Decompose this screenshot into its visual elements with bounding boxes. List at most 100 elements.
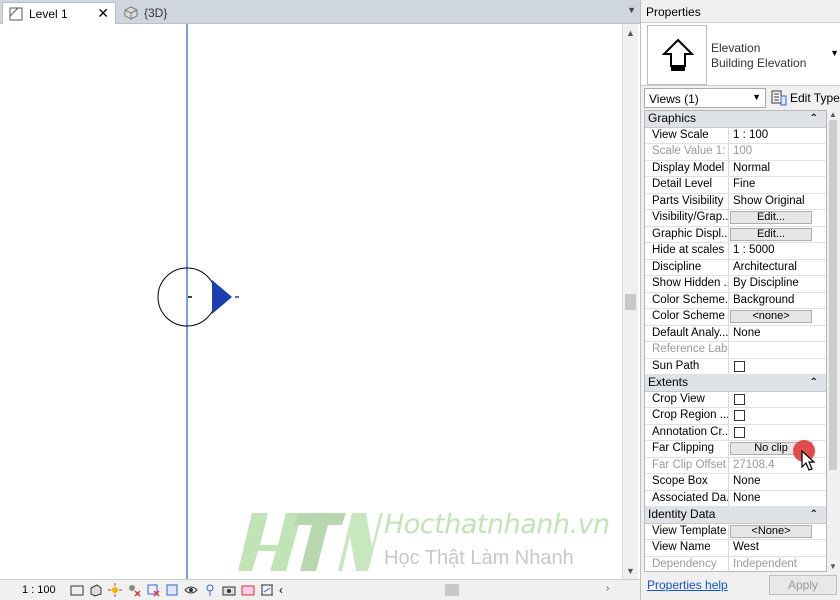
property-row[interactable]: View Template <None> (645, 523, 826, 540)
property-name: Detail Level (645, 177, 729, 193)
property-value[interactable]: Edit... (729, 210, 826, 226)
property-checkbox[interactable] (734, 410, 745, 421)
property-row[interactable]: Crop View (645, 391, 826, 408)
property-value[interactable]: West (729, 540, 826, 556)
chevron-down-icon[interactable]: ▼ (830, 48, 839, 58)
drawing-canvas[interactable] (0, 24, 622, 579)
property-value[interactable]: Background (729, 293, 826, 309)
property-row[interactable]: Parts Visibility Show Original (645, 193, 826, 210)
property-value[interactable]: Edit... (729, 227, 826, 243)
visual-style-icon[interactable] (89, 583, 103, 597)
floor-plan-icon (9, 7, 23, 20)
property-value-button[interactable]: <None> (730, 524, 812, 538)
scroll-up-icon[interactable]: ▲ (829, 110, 837, 119)
properties-panel: Properties Elevation Building Elevation … (640, 0, 840, 600)
property-value[interactable]: Show Original (729, 194, 826, 210)
property-value[interactable] (729, 359, 826, 375)
property-checkbox[interactable] (734, 360, 745, 372)
property-row[interactable]: Annotation Cr... (645, 424, 826, 441)
property-row[interactable]: Display Model Normal (645, 160, 826, 177)
collapse-icon[interactable]: ⌃ (810, 507, 818, 522)
property-row[interactable]: Color Scheme... Background (645, 292, 826, 309)
property-value-button[interactable]: Edit... (730, 227, 812, 241)
property-row[interactable]: Color Scheme <none> (645, 309, 826, 326)
property-value[interactable]: Architectural (729, 260, 826, 276)
property-row[interactable]: Default Analy... None (645, 325, 826, 342)
property-row[interactable]: Crop Region ... (645, 408, 826, 425)
analytical-model-icon[interactable] (241, 583, 255, 597)
apply-button[interactable]: Apply (769, 575, 837, 595)
property-value[interactable] (729, 392, 826, 408)
property-value[interactable] (729, 425, 826, 441)
scroll-thumb[interactable] (829, 120, 837, 470)
scroll-thumb[interactable] (445, 584, 459, 596)
scroll-right-icon[interactable]: › (606, 583, 609, 594)
edit-type-button[interactable]: Edit Type (771, 88, 840, 108)
property-row[interactable]: Show Hidden ... By Discipline (645, 276, 826, 293)
scroll-down-icon[interactable]: ▼ (626, 566, 635, 576)
property-row[interactable]: Scope Box None (645, 474, 826, 491)
property-row[interactable]: Detail Level Fine (645, 177, 826, 194)
property-value[interactable]: By Discipline (729, 276, 826, 292)
crop-view-icon[interactable] (146, 583, 160, 597)
property-value[interactable]: <none> (729, 309, 826, 325)
scroll-up-icon[interactable]: ▲ (626, 28, 635, 38)
canvas-vertical-scrollbar[interactable]: ▲ ▼ (622, 24, 638, 579)
collapse-icon[interactable]: ⌃ (810, 375, 818, 390)
instance-filter-select[interactable]: Views (1) ▼ (644, 88, 766, 108)
scroll-left-icon[interactable]: ‹ (279, 583, 293, 597)
property-row: Reference Label (645, 342, 826, 359)
edit-type-icon (771, 90, 787, 106)
property-value[interactable]: None (729, 474, 826, 490)
tab-list-dropdown-icon[interactable]: ▼ (627, 5, 636, 15)
section-extents[interactable]: Extents ⌃ (645, 375, 826, 392)
property-row[interactable]: Hide at scales ... 1 : 5000 (645, 243, 826, 260)
property-row[interactable]: View Scale 1 : 100 (645, 127, 826, 144)
property-value[interactable]: Fine (729, 177, 826, 193)
sun-path-icon[interactable] (108, 583, 122, 597)
shadows-icon[interactable] (127, 583, 141, 597)
canvas-horizontal-scrollbar[interactable]: › (300, 583, 622, 597)
worksharing-icon[interactable] (222, 583, 236, 597)
close-icon[interactable]: ✕ (97, 5, 109, 22)
property-name: Annotation Cr... (645, 424, 729, 440)
view-scale-control[interactable]: 1 : 100 (0, 584, 70, 596)
property-row[interactable]: Associated Da... None (645, 490, 826, 507)
tab-3d[interactable]: {3D} (118, 2, 208, 24)
property-value: Independent (733, 557, 797, 570)
type-selector[interactable]: Elevation Building Elevation ▼ (641, 22, 840, 86)
section-graphics[interactable]: Graphics ⌃ (645, 111, 826, 128)
property-row[interactable]: Visibility/Grap... Edit... (645, 210, 826, 227)
collapse-icon[interactable]: ⌃ (810, 111, 818, 126)
properties-help-link[interactable]: Properties help (647, 578, 728, 592)
scroll-down-icon[interactable]: ▼ (829, 562, 837, 571)
property-row[interactable]: View Name West (645, 540, 826, 557)
reveal-hidden-icon[interactable] (203, 583, 217, 597)
section-identity-data[interactable]: Identity Data ⌃ (645, 507, 826, 524)
property-value[interactable]: 1 : 100 (729, 128, 826, 144)
property-value[interactable]: None (729, 491, 826, 507)
elevation-arrow-icon[interactable] (212, 280, 232, 314)
property-value[interactable]: Normal (729, 161, 826, 177)
property-value[interactable]: None (729, 326, 826, 342)
temporary-hide-icon[interactable] (184, 583, 198, 597)
property-value-button[interactable]: Edit... (730, 211, 812, 224)
highlight-displacement-icon[interactable] (260, 583, 274, 597)
property-value[interactable]: 1 : 5000 (729, 243, 826, 259)
properties-scrollbar[interactable]: ▲ ▼ (827, 110, 839, 572)
property-row[interactable]: Graphic Displ... Edit... (645, 226, 826, 243)
scroll-thumb[interactable] (625, 294, 636, 310)
detail-level-icon[interactable] (70, 583, 84, 597)
property-row[interactable]: Discipline Architectural (645, 259, 826, 276)
property-checkbox[interactable] (734, 393, 745, 405)
tab-level-1[interactable]: Level 1 ✕ (2, 2, 116, 24)
property-value[interactable]: <None> (729, 524, 826, 540)
property-checkbox[interactable] (734, 426, 745, 438)
property-row[interactable]: Sun Path (645, 358, 826, 375)
property-name: Scope Box (645, 474, 729, 490)
property-value[interactable] (729, 408, 826, 424)
show-crop-region-icon[interactable] (165, 583, 179, 597)
property-name: Hide at scales ... (645, 243, 729, 259)
view-area[interactable]: Level 1 ✕ {3D} ▼ ▲ ▼ Hocthatnhanh.vn Học… (0, 0, 640, 600)
property-value-button[interactable]: <none> (730, 310, 812, 323)
